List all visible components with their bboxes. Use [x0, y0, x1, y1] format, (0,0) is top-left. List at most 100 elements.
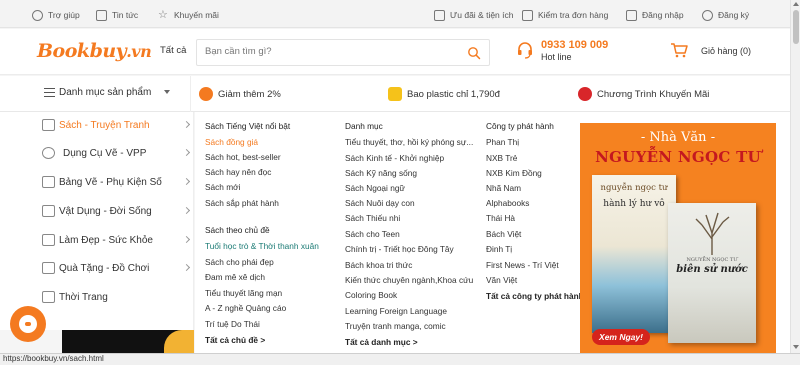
author-promo-banner[interactable]: - Nhà Văn - NGUYỄN NGỌC TƯ nguyễn ngọc t…	[580, 123, 776, 353]
view-now-button[interactable]: Xem Ngay!	[592, 329, 650, 345]
mega-link[interactable]: Nhã Nam	[486, 183, 521, 193]
book-icon	[42, 119, 55, 131]
mega-link[interactable]: Tuổi học trò & Thời thanh xuân	[205, 241, 319, 251]
all-categories-link[interactable]: Tất cả danh mục >	[345, 337, 418, 347]
register-link[interactable]: Đăng ký	[702, 8, 749, 22]
news-link[interactable]: Tin tức	[96, 8, 138, 22]
logo[interactable]: Bookbuy.vn	[37, 40, 152, 62]
sidebar-item-beauty[interactable]: Làm Đẹp - Sức Khỏe	[36, 231, 194, 251]
mega-link[interactable]: Sách cho Teen	[345, 229, 400, 239]
mega-heading-categories: Danh mục	[345, 121, 383, 131]
category-bar: Danh mục sản phẩm Giảm thêm 2% Bao plast…	[0, 76, 790, 112]
info-icon	[32, 9, 43, 21]
mega-heading-publishers: Công ty phát hành	[486, 121, 554, 131]
order-check-label: Kiểm tra đơn hàng	[538, 10, 609, 20]
book-cover-author: nguyễn ngọc tư	[600, 183, 668, 193]
mega-heading-topics: Sách theo chủ đề	[205, 225, 270, 235]
plastic-cover-icon	[388, 87, 402, 101]
mega-link[interactable]: Phan Thị	[486, 137, 519, 147]
mega-link[interactable]: Đinh Tị	[486, 244, 512, 254]
mega-link[interactable]: First News - Trí Việt	[486, 260, 559, 270]
all-publishers-link[interactable]: Tất cả công ty phát hành >	[486, 291, 591, 301]
login-icon	[626, 9, 637, 21]
mega-link[interactable]: Truyện tranh manga, comic	[345, 321, 446, 331]
mega-link[interactable]: Sách Kinh tế - Khởi nghiệp	[345, 153, 444, 163]
mega-link[interactable]: Sách hay nên đọc	[205, 167, 271, 177]
book-cover-title: hành lý hư vô	[603, 199, 665, 209]
sidebar-item-books[interactable]: Sách - Truyện Tranh	[36, 116, 194, 136]
hotline-label: Hot line	[541, 52, 572, 62]
top-utility-bar: Trợ giúp Tin tức ☆ Khuyến mãi Ưu đãi & t…	[0, 0, 790, 28]
truck-icon	[522, 9, 533, 21]
chevron-right-icon	[182, 206, 191, 215]
mega-link[interactable]: Learning Foreign Language	[345, 306, 447, 316]
mega-link[interactable]: Tiểu thuyết lãng mạn	[205, 288, 282, 298]
mega-link[interactable]: Trí tuệ Do Thái	[205, 319, 260, 329]
headset-icon	[518, 42, 532, 59]
chat-button[interactable]	[10, 306, 46, 342]
sidebar-item-art-supplies[interactable]: Dụng Cụ Vẽ - VPP	[36, 144, 194, 164]
chevron-right-icon	[182, 235, 191, 244]
promo-plastic-label: Bao plastic chỉ 1,790đ	[407, 88, 500, 100]
mega-link[interactable]: Bách khoa tri thức	[345, 260, 412, 270]
hotline-number[interactable]: 0933 109 009	[541, 39, 608, 51]
sidebar-item-gifts[interactable]: Quà Tặng - Đồ Chơi	[36, 259, 194, 279]
mega-link[interactable]: Sách cho phái đẹp	[205, 257, 274, 267]
partial-banner-image	[62, 330, 194, 353]
search-icon[interactable]	[467, 46, 481, 60]
promo-program-label: Chương Trình Khuyến Mãi	[597, 88, 710, 100]
mega-link[interactable]: Sách đồng giá	[205, 137, 258, 147]
mega-link[interactable]: Sách sắp phát hành	[205, 198, 279, 208]
mega-link[interactable]: Sách Thiếu nhi	[345, 213, 400, 223]
promotion-icon	[578, 87, 592, 101]
promo-program[interactable]: Chương Trình Khuyến Mãi	[578, 87, 709, 101]
mega-link[interactable]: NXB Trẻ	[486, 153, 517, 163]
sidebar-item-fashion[interactable]: Thời Trang	[36, 288, 194, 308]
all-topics-link[interactable]: Tất cả chủ đề >	[205, 335, 265, 345]
search-category-select[interactable]: Tất cả	[160, 45, 186, 56]
logo-suffix: .vn	[126, 42, 152, 61]
login-link[interactable]: Đăng nhập	[626, 8, 684, 22]
product-menu-toggle[interactable]: Danh mục sản phẩm	[36, 76, 191, 112]
mega-link[interactable]: Sách mới	[205, 182, 240, 192]
sidebar-item-household[interactable]: Vật Dụng - Đời Sống	[36, 202, 194, 222]
mega-link[interactable]: Coloring Book	[345, 290, 397, 300]
perks-link[interactable]: Ưu đãi & tiện ích	[434, 8, 514, 22]
search-input[interactable]	[205, 46, 455, 57]
mega-link[interactable]: NXB Kim Đồng	[486, 168, 542, 178]
mega-link[interactable]: Sách Nuôi dạy con	[345, 198, 415, 208]
mega-link[interactable]: Sách Kỹ năng sống	[345, 168, 417, 178]
star-icon: ☆	[158, 8, 168, 21]
mega-link[interactable]: Thái Hà	[486, 213, 515, 223]
scroll-up-icon[interactable]	[793, 2, 799, 6]
order-check-link[interactable]: Kiểm tra đơn hàng	[522, 8, 608, 22]
mega-link[interactable]: Văn Việt	[486, 275, 517, 285]
register-label: Đăng ký	[718, 10, 750, 20]
sidebar-item-drawing-tablets[interactable]: Bảng Vẽ - Phụ Kiện Số	[36, 173, 194, 193]
cart-icon[interactable]	[670, 42, 688, 58]
sidebar-item-label: Dụng Cụ Vẽ - VPP	[63, 148, 147, 159]
sidebar-item-label: Quà Tặng - Đồ Chơi	[59, 263, 150, 274]
promo-label: Khuyến mãi	[174, 10, 219, 20]
mega-link[interactable]: Đam mê xê dịch	[205, 272, 265, 282]
mega-link[interactable]: Bách Việt	[486, 229, 521, 239]
vertical-scrollbar[interactable]	[790, 0, 800, 353]
mega-link[interactable]: Sách hot, best-seller	[205, 152, 281, 162]
scroll-down-icon[interactable]	[793, 345, 799, 349]
mega-link[interactable]: Alphabooks	[486, 198, 529, 208]
user-icon	[702, 9, 713, 21]
mega-link[interactable]: Tiểu thuyết, thơ, hồi ký phóng sự...	[345, 137, 473, 147]
sidebar-item-label: Vật Dụng - Đời Sống	[59, 206, 152, 217]
promo-discount[interactable]: Giảm thêm 2%	[199, 87, 281, 101]
chevron-right-icon	[182, 148, 191, 157]
promo-link[interactable]: ☆ Khuyến mãi	[158, 8, 219, 22]
sidebar-item-label: Thời Trang	[59, 292, 108, 303]
scrollbar-thumb[interactable]	[793, 10, 799, 44]
help-link[interactable]: Trợ giúp	[32, 8, 80, 22]
mega-link[interactable]: Chính trị - Triết học Đông Tây	[345, 244, 454, 254]
mega-link[interactable]: Kiến thức chuyên ngành,Khoa cứu	[345, 275, 473, 285]
promo-plastic-cover[interactable]: Bao plastic chỉ 1,790đ	[388, 87, 500, 101]
cart-link[interactable]: Giỏ hàng (0)	[701, 46, 751, 56]
mega-link[interactable]: Sách Ngoại ngữ	[345, 183, 405, 193]
mega-link[interactable]: A - Z nghề Quảng cáo	[205, 303, 286, 313]
